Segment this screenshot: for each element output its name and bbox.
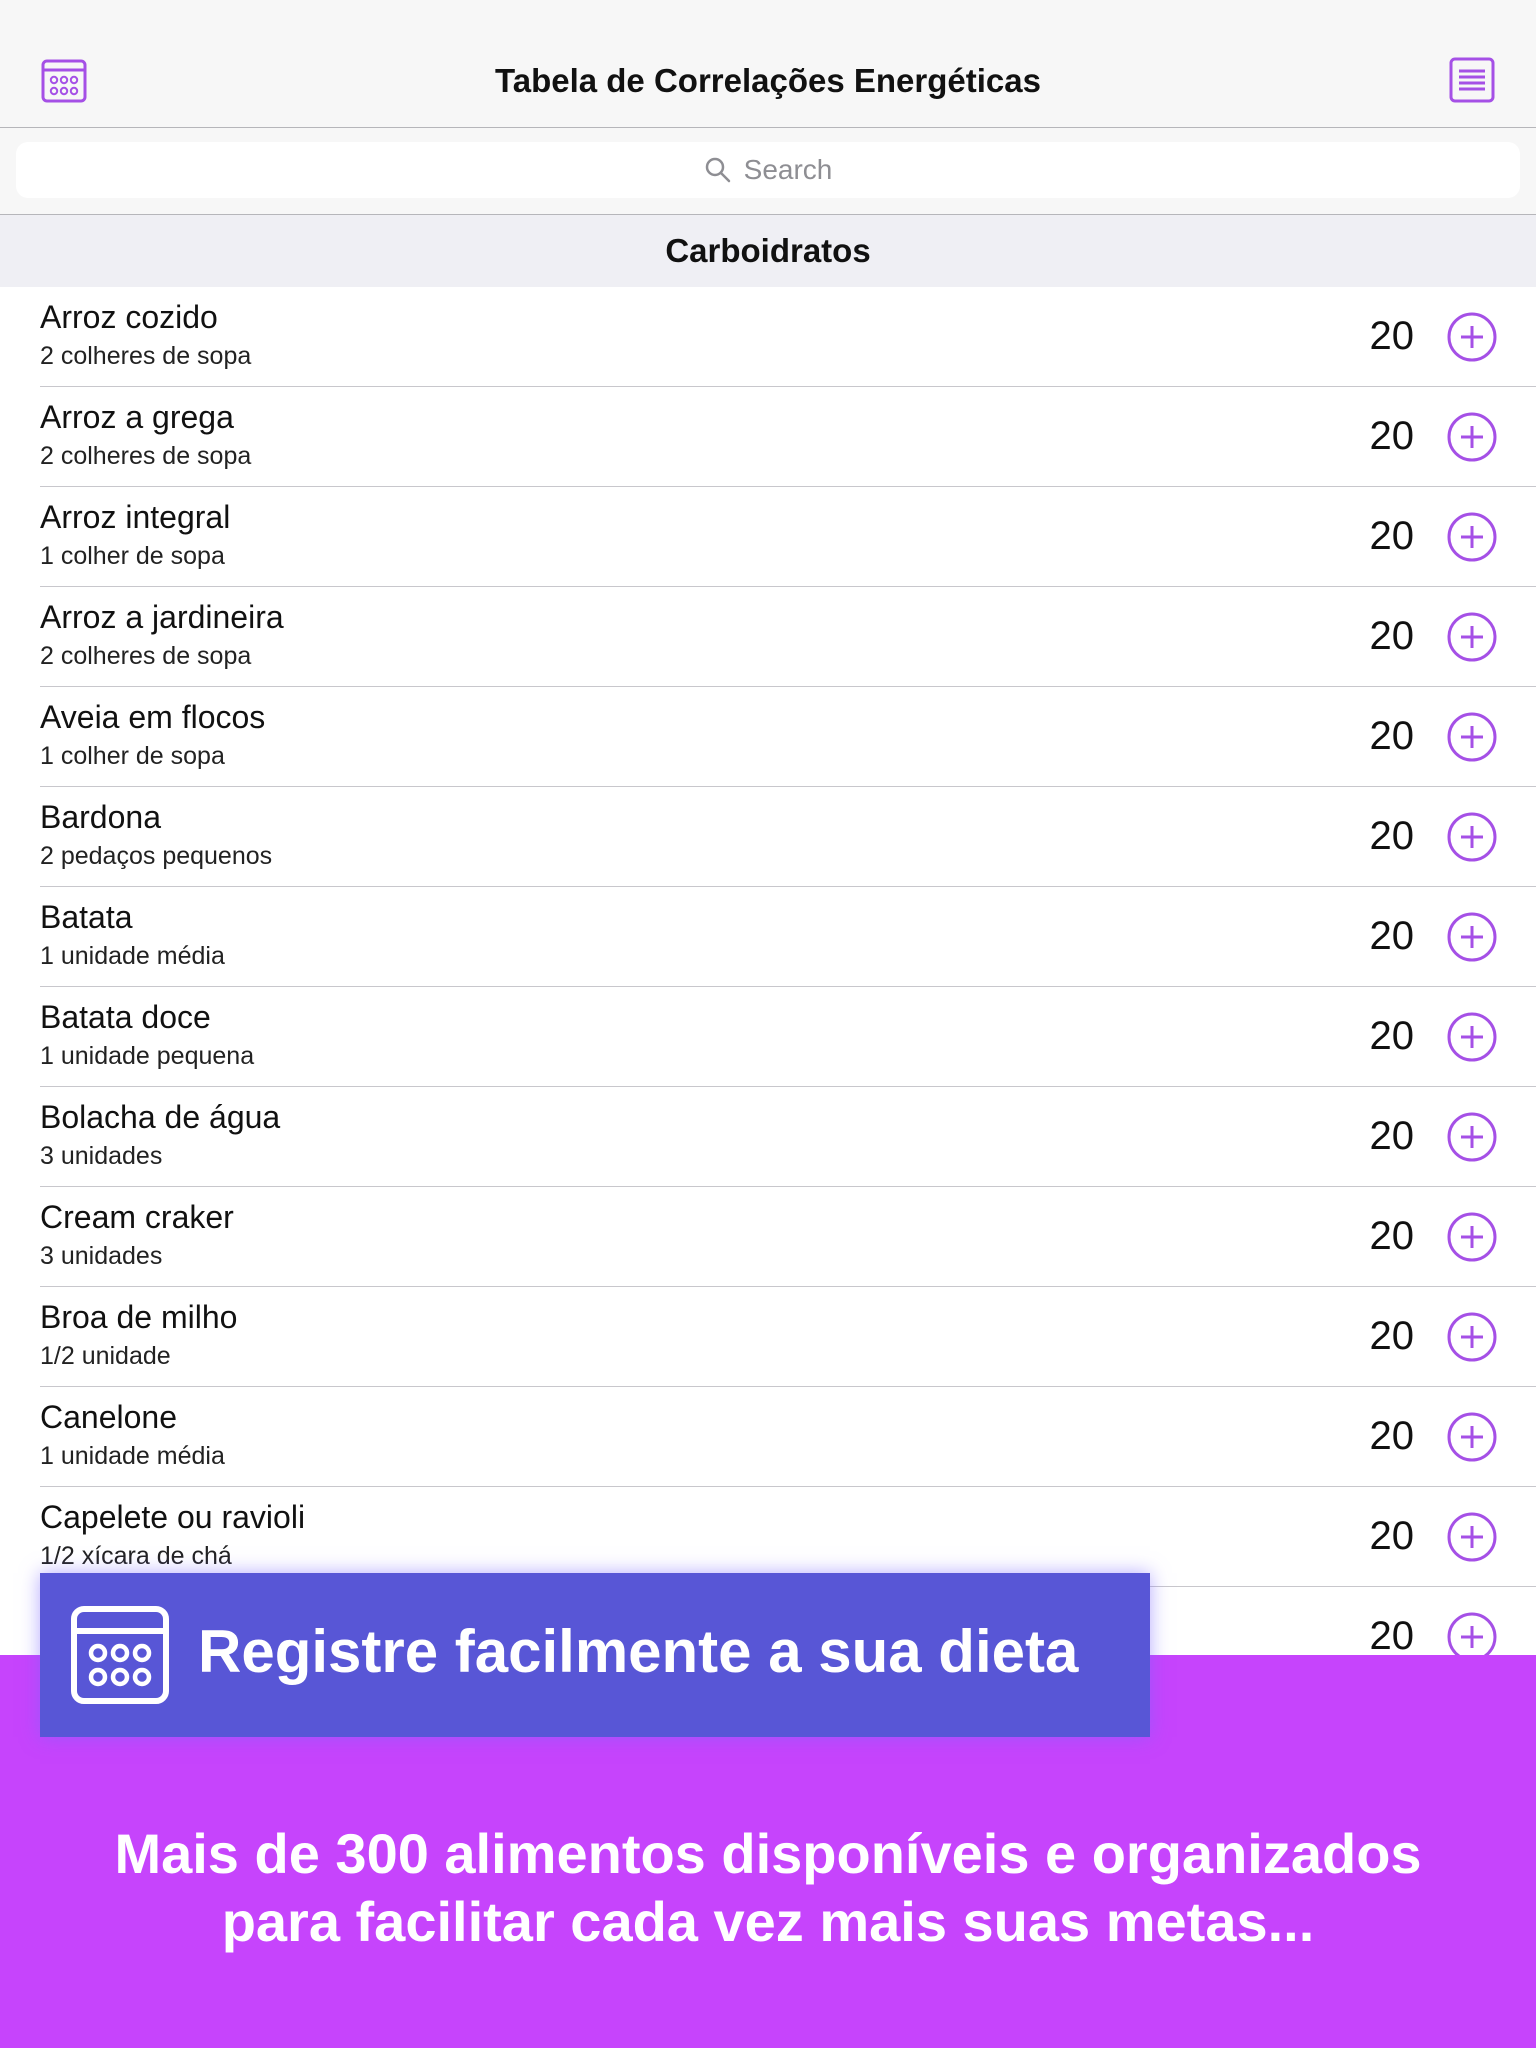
food-row[interactable]: Arroz a grega 2 colheres de sopa 20 [0,387,1536,487]
food-name: Arroz integral [40,499,231,535]
navigation-bar: Tabela de Correlações Energéticas [0,0,1536,128]
food-name: Cream craker [40,1199,234,1235]
add-button[interactable] [1446,1511,1498,1563]
add-button[interactable] [1446,1011,1498,1063]
add-button[interactable] [1446,1411,1498,1463]
food-list: Arroz cozido 2 colheres de sopa 20 Arroz a … [0,287,1536,1687]
food-row[interactable]: Arroz integral 1 colher de sopa 20 [0,487,1536,587]
plus-circle-icon [1447,312,1497,362]
food-value: 20 [1369,414,1415,458]
food-name: Arroz a jardineira [40,599,284,635]
plus-circle-icon [1447,1412,1497,1462]
plus-circle-icon [1447,1312,1497,1362]
food-portion: 1 unidade média [40,942,225,970]
calendar-grid-icon [71,1606,169,1704]
search-placeholder: Search [743,154,833,185]
feature-callout: Registre facilmente a sua dieta [40,1573,1150,1737]
add-button[interactable] [1446,1111,1498,1163]
add-button[interactable] [1446,311,1498,363]
food-row[interactable]: Arroz cozido 2 colheres de sopa 20 [0,287,1536,387]
food-name: Arroz cozido [40,299,218,335]
food-name: Bardona [40,799,161,835]
food-name: Batata [40,899,133,935]
food-value: 20 [1369,1414,1415,1458]
calendar-grid-icon [41,59,87,103]
food-name: Aveia em flocos [40,699,266,735]
food-row[interactable]: Broa de milho 1/2 unidade 20 [0,1287,1536,1387]
food-row[interactable]: Batata doce 1 unidade pequena 20 [0,987,1536,1087]
food-row[interactable]: Bolacha de água 3 unidades 20 [0,1087,1536,1187]
food-value: 20 [1369,514,1415,558]
food-portion: 1 unidade média [40,1442,225,1470]
food-value: 20 [1369,1214,1415,1258]
add-button[interactable] [1446,911,1498,963]
food-portion: 2 pedaços pequenos [40,842,273,870]
food-portion: 2 colheres de sopa [40,342,252,370]
add-button[interactable] [1446,1311,1498,1363]
promo-line-1: Mais de 300 alimentos disponíveis e orga… [114,1822,1422,1885]
plus-circle-icon [1447,1112,1497,1162]
food-row[interactable]: Capelete ou ravioli 1/2 xícara de chá 20 [0,1487,1536,1587]
food-portion: 3 unidades [40,1142,163,1170]
food-value: 20 [1369,1314,1415,1358]
food-portion: 1 colher de sopa [40,742,225,770]
food-portion: 1 unidade pequena [40,1042,255,1070]
food-row[interactable]: Aveia em flocos 1 colher de sopa 20 [0,687,1536,787]
food-row[interactable]: Bardona 2 pedaços pequenos 20 [0,787,1536,887]
add-button[interactable] [1446,411,1498,463]
food-name: Bolacha de água [40,1099,281,1135]
food-name: Broa de milho [40,1299,238,1335]
plus-circle-icon [1447,512,1497,562]
food-portion: 1 colher de sopa [40,542,225,570]
food-name: Arroz a grega [40,399,234,435]
plus-circle-icon [1447,612,1497,662]
food-row[interactable]: Batata 1 unidade média 20 [0,887,1536,987]
food-name: Capelete ou ravioli [40,1499,306,1535]
section-header: Carboidratos [0,215,1536,287]
search-icon [705,157,730,183]
add-button[interactable] [1446,711,1498,763]
food-value: 20 [1369,1114,1415,1158]
plus-circle-icon [1447,712,1497,762]
food-value: 20 [1369,1614,1415,1658]
add-button[interactable] [1446,611,1498,663]
food-name: Canelone [40,1399,177,1435]
food-portion: 1/2 unidade [40,1342,171,1370]
promo-line-2: para facilitar cada vez mais suas metas.… [221,1890,1315,1953]
food-row[interactable]: Canelone 1 unidade média 20 [0,1387,1536,1487]
page-title: Tabela de Correlações Energéticas [495,62,1041,99]
feature-title: Registre facilmente a sua dieta [198,1618,1079,1685]
add-button[interactable] [1446,811,1498,863]
food-value: 20 [1369,614,1415,658]
menu-button[interactable] [1448,56,1496,104]
food-portion: 3 unidades [40,1242,163,1270]
food-value: 20 [1369,914,1415,958]
food-value: 20 [1369,1014,1415,1058]
food-portion: 1/2 xícara de chá [40,1542,232,1570]
food-portion: 2 colheres de sopa [40,442,252,470]
add-button[interactable] [1446,511,1498,563]
food-value: 20 [1369,714,1415,758]
plus-circle-icon [1447,412,1497,462]
plus-circle-icon [1447,1512,1497,1562]
food-row[interactable]: Cream craker 3 unidades 20 [0,1187,1536,1287]
search-input[interactable]: Search [16,142,1520,198]
add-button[interactable] [1446,1211,1498,1263]
plus-circle-icon [1447,1012,1497,1062]
list-icon [1449,57,1495,103]
food-portion: 2 colheres de sopa [40,642,252,670]
food-row[interactable]: Arroz a jardineira 2 colheres de sopa 20 [0,587,1536,687]
food-value: 20 [1369,1514,1415,1558]
food-value: 20 [1369,314,1415,358]
plus-circle-icon [1447,912,1497,962]
food-value: 20 [1369,814,1415,858]
calendar-button[interactable] [40,56,88,104]
food-name: Batata doce [40,999,211,1035]
search-bar: Search [0,128,1536,215]
plus-circle-icon [1447,1212,1497,1262]
plus-circle-icon [1447,812,1497,862]
